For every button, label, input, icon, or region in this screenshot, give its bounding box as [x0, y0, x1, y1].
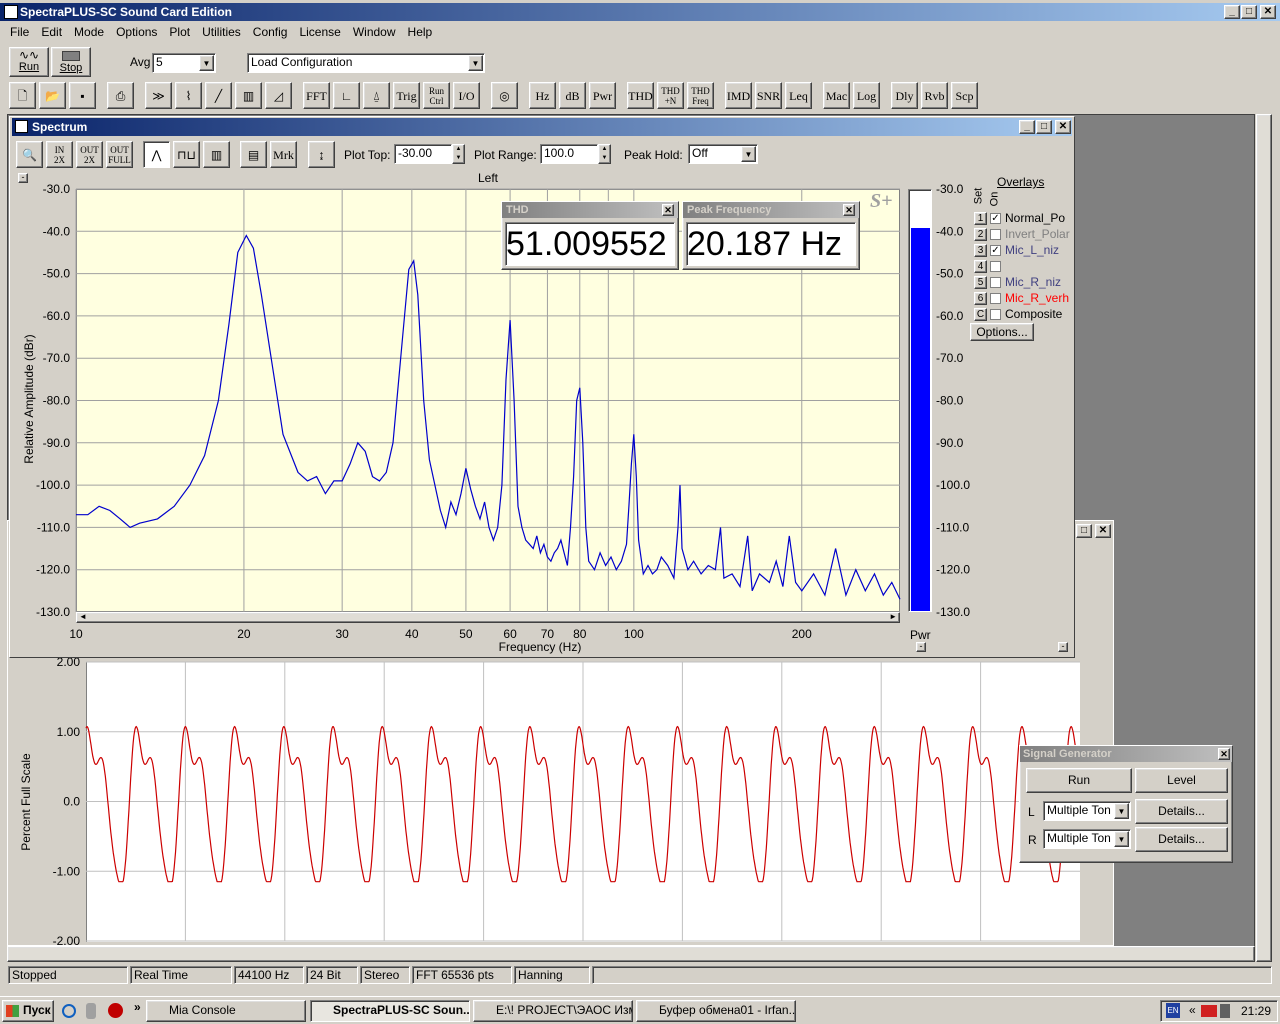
- status-extra: [592, 966, 1272, 984]
- siggen-level-button[interactable]: Level: [1135, 768, 1228, 793]
- overlay-checkbox[interactable]: [990, 261, 1001, 273]
- quicklaunch-app-icon[interactable]: [86, 1003, 96, 1019]
- task-mia-console[interactable]: Mia Console: [146, 1000, 306, 1022]
- siggen-l-value: Multiple Ton: [1047, 803, 1111, 817]
- tray-volume-icon[interactable]: [1220, 1004, 1230, 1018]
- collapse-icon[interactable]: -: [916, 642, 926, 652]
- power-tick-label: -50.0: [936, 267, 964, 281]
- quicklaunch-ie-icon[interactable]: [62, 1004, 76, 1018]
- overlay-item: 6 Mic_R_verh: [974, 290, 1070, 306]
- siggen-r-details-button[interactable]: Details...: [1135, 827, 1228, 852]
- overlay-item: 5 Mic_R_niz: [974, 274, 1070, 290]
- overlay-name: Invert_Polar: [1005, 227, 1070, 241]
- siggen-r-label: R: [1028, 833, 1037, 847]
- task-label: Буфер обмена01 - Irfan...: [659, 1003, 796, 1017]
- start-label: Пуск: [23, 1003, 51, 1017]
- task-label: Mia Console: [169, 1003, 236, 1017]
- overlay-name: Mic_R_verh: [1005, 291, 1070, 305]
- taskbar: Пуск » Mia Console SpectraPLUS-SC Soun..…: [0, 996, 1280, 1024]
- collapse-icon[interactable]: -: [1058, 642, 1068, 652]
- overlay-item: C Composite: [974, 306, 1070, 322]
- overlays-set-label: Set: [972, 187, 985, 205]
- task-explorer[interactable]: E:\! PROJECT\ЭАОС Изм...: [473, 1000, 633, 1022]
- overlay-checkbox[interactable]: [990, 277, 1001, 289]
- power-scale: -30.0 -40.0 -50.0 -60.0 -70.0 -80.0 -90.0 -100.…: [936, 182, 970, 619]
- overlay-checkbox[interactable]: [990, 309, 1001, 321]
- overlay-name: Normal_Po: [1005, 211, 1066, 225]
- overlay-checkbox[interactable]: ✓: [990, 245, 1001, 257]
- power-tick-label: -30.0: [936, 182, 964, 196]
- status-window: Hanning: [514, 966, 590, 984]
- overlay-checkbox[interactable]: ✓: [990, 213, 1001, 225]
- tray-app-icon[interactable]: [1201, 1005, 1217, 1017]
- overlay-item: 2 Invert_Polar: [974, 226, 1070, 242]
- status-channels: Stereo: [360, 966, 410, 984]
- overlay-checkbox[interactable]: [990, 229, 1001, 241]
- power-tick-label: -130.0: [936, 605, 970, 619]
- power-tick-label: -40.0: [936, 224, 964, 238]
- power-tick-label: -80.0: [936, 394, 964, 408]
- overlay-name: Mic_L_niz: [1005, 243, 1060, 257]
- task-label: SpectraPLUS-SC Soun...: [333, 1003, 470, 1017]
- overlay-item: 4: [974, 258, 1070, 274]
- overlay-set-button[interactable]: C: [974, 308, 987, 322]
- siggen-run-button[interactable]: Run: [1026, 768, 1132, 793]
- overlays-on-label: On: [988, 191, 1001, 207]
- close-icon[interactable]: ✕: [1218, 748, 1230, 760]
- overlay-set-button[interactable]: 5: [974, 276, 987, 290]
- overlay-set-button[interactable]: 6: [974, 292, 987, 306]
- overlay-list: 1 ✓ Normal_Po 2 Invert_Polar 3 ✓ Mic_L_niz 4 5 Mic…: [974, 210, 1070, 322]
- task-irfanview[interactable]: Буфер обмена01 - Irfan...: [636, 1000, 796, 1022]
- siggen-l-select[interactable]: Multiple Ton ▼: [1043, 801, 1131, 821]
- language-indicator[interactable]: EN: [1166, 1003, 1180, 1018]
- task-label: E:\! PROJECT\ЭАОС Изм...: [496, 1003, 633, 1017]
- siggen-l-details-button[interactable]: Details...: [1135, 799, 1228, 824]
- tray-chevron-icon[interactable]: «: [1189, 1003, 1196, 1017]
- overlay-set-button[interactable]: 1: [974, 212, 987, 226]
- status-mode: Real Time: [130, 966, 232, 984]
- task-spectraplus[interactable]: SpectraPLUS-SC Soun...: [310, 1000, 470, 1022]
- status-sample-rate: 44100 Hz: [234, 966, 304, 984]
- siggen-titlebar: Signal Generator: [1020, 746, 1232, 762]
- chevron-down-icon[interactable]: ▼: [1114, 803, 1129, 819]
- overlay-checkbox[interactable]: [990, 293, 1001, 305]
- windows-logo-icon: [6, 1005, 19, 1017]
- overlay-set-button[interactable]: 4: [974, 260, 987, 274]
- overlay-item: 1 ✓ Normal_Po: [974, 210, 1070, 226]
- siggen-title: Signal Generator: [1023, 748, 1112, 760]
- start-button[interactable]: Пуск: [2, 1000, 54, 1022]
- power-tick-label: -90.0: [936, 436, 964, 450]
- overlay-set-button[interactable]: 2: [974, 228, 987, 242]
- power-tick-label: -110.0: [936, 520, 969, 534]
- overlay-name: Mic_R_niz: [1005, 275, 1062, 289]
- overlay-options-button[interactable]: Options...: [970, 323, 1034, 341]
- overlay-item: 3 ✓ Mic_L_niz: [974, 242, 1070, 258]
- siggen-r-value: Multiple Ton: [1047, 831, 1111, 845]
- siggen-r-select[interactable]: Multiple Ton ▼: [1043, 829, 1131, 849]
- overlays-title: Overlays: [997, 175, 1045, 189]
- quicklaunch-stop-icon[interactable]: [108, 1003, 123, 1018]
- overlay-name: Composite: [1005, 307, 1063, 321]
- status-bits: 24 Bit: [306, 966, 358, 984]
- power-tick-label: -60.0: [936, 309, 964, 323]
- power-tick-label: -100.0: [936, 478, 970, 492]
- power-label: Pwr: [910, 628, 931, 642]
- power-tick-label: -70.0: [936, 351, 964, 365]
- power-tick-label: -120.0: [936, 563, 970, 577]
- status-state: Stopped: [8, 966, 128, 984]
- signal-generator-window: Signal Generator ✕ Run Level L Multiple …: [1019, 745, 1233, 863]
- status-fft: FFT 65536 pts: [412, 966, 512, 984]
- overlay-set-button[interactable]: 3: [974, 244, 987, 258]
- quicklaunch-more-icon[interactable]: »: [134, 1000, 141, 1014]
- siggen-l-label: L: [1028, 805, 1035, 819]
- chevron-down-icon[interactable]: ▼: [1114, 831, 1129, 847]
- status-bar: Stopped Real Time 44100 Hz 24 Bit Stereo…: [0, 964, 1280, 988]
- clock: 21:29: [1241, 1004, 1272, 1018]
